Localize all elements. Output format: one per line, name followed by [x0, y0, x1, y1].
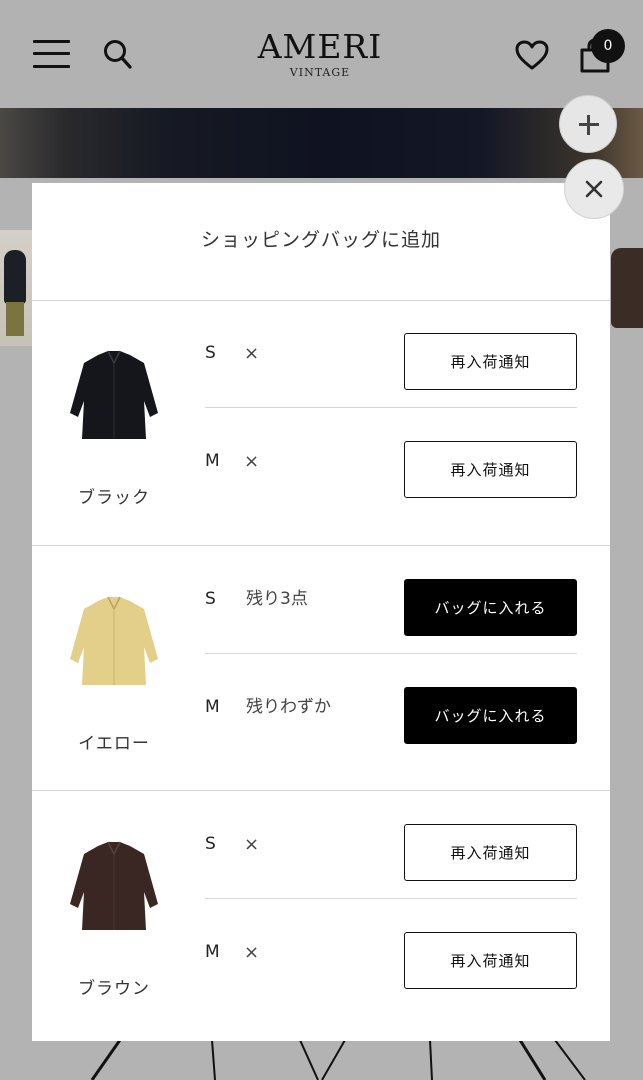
restock-notify-button[interactable]: 再入荷通知 [404, 932, 577, 989]
size-row: M 残りわずか バッグに入れる [205, 654, 577, 761]
logo-sub-text: VINTAGE [289, 66, 351, 79]
size-label: S [205, 589, 216, 609]
background-product-thumbnail [0, 230, 32, 346]
site-logo[interactable]: AMERI VINTAGE [250, 27, 390, 80]
color-name: ブラウン [78, 979, 150, 999]
size-label: S [205, 343, 216, 363]
size-row: S × 再入荷通知 [205, 791, 577, 899]
size-label: M [205, 697, 220, 717]
color-name: ブラック [78, 488, 150, 508]
logo-main-text: AMERI [257, 27, 383, 66]
restock-notify-button[interactable]: 再入荷通知 [404, 333, 577, 390]
size-row: M × 再入荷通知 [205, 408, 577, 515]
stock-status: × [244, 834, 260, 855]
restock-notify-button[interactable]: 再入荷通知 [404, 441, 577, 498]
size-label: S [205, 834, 216, 854]
stock-status: × [244, 451, 260, 472]
product-image-brown [70, 841, 158, 930]
add-to-bag-modal: ショッピングバッグに追加 ブラック S × 再入荷通知 M × 再入荷通知 イエ… [32, 183, 610, 1041]
stock-status: 残り3点 [246, 589, 308, 609]
product-image-yellow [70, 596, 158, 685]
hero-image [0, 108, 643, 178]
size-row: S 残り3点 バッグに入れる [205, 546, 577, 654]
bag-count-badge: 0 [591, 29, 625, 63]
color-option-yellow: イエロー S 残り3点 バッグに入れる M 残りわずか バッグに入れる [32, 546, 610, 791]
color-name: イエロー [78, 734, 150, 754]
size-row: M × 再入荷通知 [205, 899, 577, 1006]
add-to-bag-button[interactable]: バッグに入れる [404, 579, 577, 636]
hamburger-menu-icon[interactable] [33, 40, 70, 68]
stock-status: × [244, 942, 260, 963]
size-label: M [205, 451, 220, 471]
background-product-thumbnail-right [611, 248, 643, 328]
site-header: AMERI VINTAGE 0 [0, 0, 643, 108]
heart-icon[interactable] [514, 39, 550, 71]
restock-notify-button[interactable]: 再入荷通知 [404, 824, 577, 881]
color-option-brown: ブラウン S × 再入荷通知 M × 再入荷通知 [32, 791, 610, 1041]
size-row: S × 再入荷通知 [205, 300, 577, 408]
modal-title: ショッピングバッグに追加 [32, 183, 610, 301]
size-label: M [205, 942, 220, 962]
add-to-bag-button[interactable]: バッグに入れる [404, 687, 577, 744]
plus-icon[interactable] [559, 95, 617, 153]
close-icon[interactable] [564, 159, 624, 219]
background-decoration [90, 1040, 586, 1080]
color-option-black: ブラック S × 再入荷通知 M × 再入荷通知 [32, 300, 610, 546]
stock-status: 残りわずか [246, 697, 331, 717]
stock-status: × [244, 343, 260, 364]
product-image-black [70, 350, 158, 439]
search-icon[interactable] [103, 38, 133, 70]
